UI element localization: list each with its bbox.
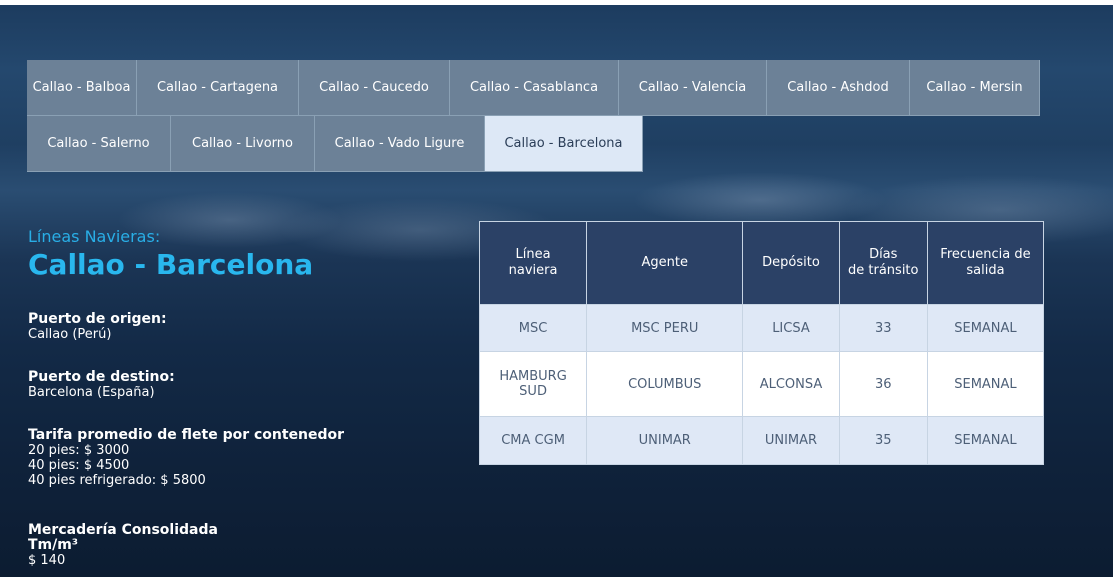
cell-text: SUD [519,384,547,399]
freight-block: Tarifa promedio de flete por contenedor … [28,427,345,489]
top-border [0,0,1113,5]
consolidated-value: $ 140 [28,553,66,568]
destination-value: Barcelona (España) [28,385,155,400]
header-agente-l1: Agente [641,255,688,270]
route-tabs: Callao - Balboa Callao - Cartagena Calla… [27,60,1067,172]
table-row: CMA CGM UNIMAR UNIMAR 35 SEMANAL [478,416,1045,465]
cell-text: 36 [874,376,892,392]
tab-callao-mersin[interactable]: Callao - Mersin [910,60,1040,116]
header-deposito-l1: Depósito [762,255,820,270]
tab-callao-barcelona[interactable]: Callao - Barcelona [485,116,643,172]
cell-frecuencia: SEMANAL [926,351,1045,417]
header-frecuencia-salida-l2: salida [966,263,1005,278]
cell-text: MSC PERU [631,320,699,336]
tab-callao-salerno[interactable]: Callao - Salerno [27,116,171,172]
tab-callao-ashdod[interactable]: Callao - Ashdod [767,60,910,116]
cell-linea: HAMBURG SUD [478,351,588,417]
header-agente: Agente [586,221,744,305]
cell-text: SEMANAL [954,433,1017,448]
cell-text: MSC [518,320,548,336]
destination-block: Puerto de destino: Barcelona (España) [28,369,175,401]
cell-linea: CMA CGM [478,416,588,465]
freight-label: Tarifa promedio de flete por contenedor [28,427,345,443]
cell-deposito: UNIMAR [742,416,840,465]
tab-callao-balboa[interactable]: Callao - Balboa [27,60,137,116]
tab-callao-caucedo[interactable]: Callao - Caucedo [299,60,450,116]
freight-20: 20 pies: $ 3000 [28,443,130,458]
header-dias-transito-l1: Días [869,247,898,262]
cell-agente: UNIMAR [586,416,744,465]
cell-frecuencia: SEMANAL [926,416,1045,465]
cell-text: CMA CGM [501,433,565,448]
tab-callao-vado-ligure[interactable]: Callao - Vado Ligure [315,116,485,172]
origin-value: Callao (Perú) [28,327,112,342]
tab-callao-casablanca[interactable]: Callao - Casablanca [450,60,619,116]
destination-label: Puerto de destino: [28,369,175,385]
cell-text: HAMBURG [499,369,567,384]
cell-deposito: LICSA [742,304,840,352]
header-dias-transito-l2: de tránsito [848,263,919,278]
header-linea-naviera: Línea naviera [478,221,588,305]
shipping-lines-table: Línea naviera Agente Depósito Días de trán… [478,221,1045,465]
section-subtitle: Líneas Navieras: [28,227,161,246]
tab-row-1: Callao - Balboa Callao - Cartagena Calla… [27,60,1067,116]
freight-40: 40 pies: $ 4500 [28,458,130,473]
cell-agente: MSC PERU [586,304,744,352]
cell-text: 33 [874,320,892,336]
header-linea-naviera-l2: naviera [508,263,558,278]
origin-label: Puerto de origen: [28,311,167,327]
consolidated-block: Mercadería Consolidada Tm/m³ $ 140 [28,522,218,569]
cell-frecuencia: SEMANAL [926,304,1045,352]
cell-text: 35 [874,433,892,448]
cell-text: UNIMAR [764,433,818,448]
cell-text: SEMANAL [954,320,1017,336]
header-linea-naviera-l1: Línea [515,247,551,262]
consolidated-unit: Tm/m³ [28,537,78,553]
cell-dias: 35 [838,416,928,465]
header-frecuencia-salida: Frecuencia de salida [926,221,1045,305]
tab-callao-valencia[interactable]: Callao - Valencia [619,60,767,116]
cell-text: UNIMAR [638,433,691,448]
header-dias-transito: Días de tránsito [838,221,928,305]
tab-callao-livorno[interactable]: Callao - Livorno [171,116,315,172]
header-deposito: Depósito [742,221,840,305]
cell-agente: COLUMBUS [586,351,744,417]
cell-text: SEMANAL [954,376,1017,392]
table-row: HAMBURG SUD COLUMBUS ALCONSA 36 SEMANAL [478,351,1045,417]
header-frecuencia-salida-l1: Frecuencia de [940,247,1031,262]
cell-dias: 36 [838,351,928,417]
freight-40-refrigerated: 40 pies refrigerado: $ 5800 [28,473,206,488]
cell-text: ALCONSA [759,376,823,392]
cell-dias: 33 [838,304,928,352]
page-title: Callao - Barcelona [28,248,314,281]
tab-row-2: Callao - Salerno Callao - Livorno Callao… [27,116,1067,172]
cell-text: LICSA [772,320,810,336]
consolidated-label: Mercadería Consolidada [28,522,218,538]
cell-text: COLUMBUS [628,376,702,392]
table-row: MSC MSC PERU LICSA 33 SEMANAL [478,304,1045,352]
cell-linea: MSC [478,304,588,352]
cell-deposito: ALCONSA [742,351,840,417]
origin-block: Puerto de origen: Callao (Perú) [28,311,167,343]
tab-callao-cartagena[interactable]: Callao - Cartagena [137,60,299,116]
table-header-row: Línea naviera Agente Depósito Días de trán… [478,221,1045,305]
